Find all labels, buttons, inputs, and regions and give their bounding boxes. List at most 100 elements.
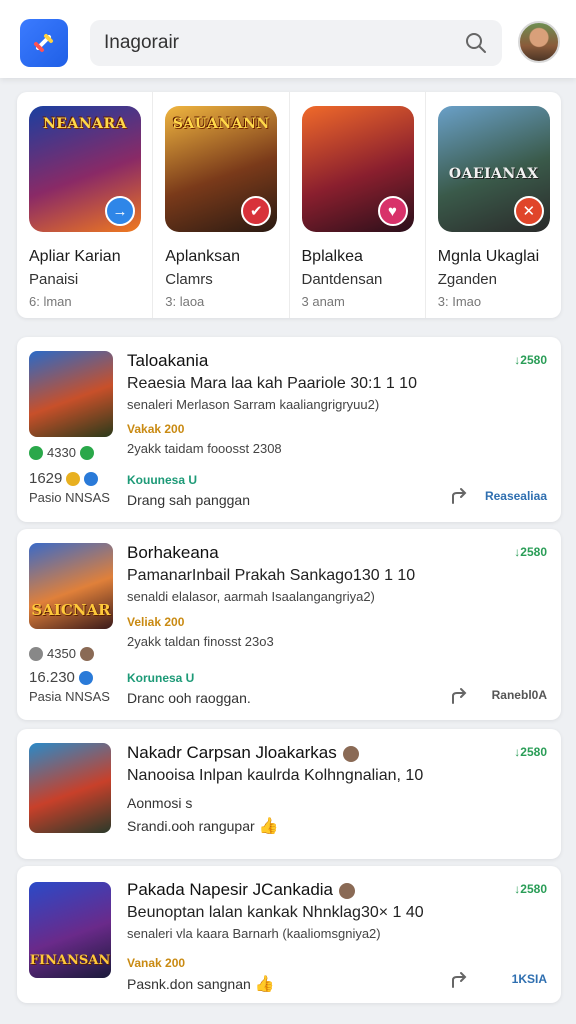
coin-icon bbox=[66, 471, 81, 486]
thumbnail-label: FINANSAN bbox=[29, 953, 111, 968]
item-description: PamanarInbail Prakah Sankago130 1 10 bbox=[127, 567, 416, 584]
item-subdescription: senaleri vla kaara Barnarh (kaaliomsgniy… bbox=[127, 926, 381, 941]
featured-meta: 3: laoa bbox=[165, 294, 205, 309]
featured-name: Bplalkea bbox=[301, 248, 363, 265]
item-thumbnail bbox=[29, 743, 111, 833]
list-item[interactable]: FINANSAN Pakada Napesir JCankadia ↓2580 … bbox=[17, 866, 561, 1003]
item-stat-count: 16.230 bbox=[29, 669, 93, 686]
featured-card[interactable]: OAEIANAX ✕ Mgnla Ukaglai Zganden 3: Imao bbox=[426, 92, 561, 318]
featured-sub: Clamrs bbox=[165, 271, 213, 288]
share-icon[interactable] bbox=[449, 969, 471, 991]
list-item[interactable]: SAICNAR Borhakeana ↓2580 PamanarInbail P… bbox=[17, 529, 561, 720]
featured-art: NEANARA → bbox=[29, 106, 141, 232]
featured-art-title: SAUANANN bbox=[172, 116, 270, 132]
share-icon[interactable] bbox=[449, 485, 471, 507]
featured-art-title: OAEIANAX bbox=[448, 166, 539, 182]
featured-sub: Zganden bbox=[437, 271, 497, 288]
share-icon[interactable] bbox=[449, 685, 471, 707]
item-stat-label: Pasia NNSAS bbox=[29, 689, 110, 704]
item-stat-label: Pasio NNSAS bbox=[29, 490, 110, 505]
featured-name: Aplanksan bbox=[165, 248, 240, 265]
item-title: Pakada Napesir JCankadia bbox=[127, 880, 356, 900]
item-description: Nanooisa Inlpan kaulrda Kolhngnalian, 10 bbox=[127, 767, 424, 784]
item-date: 2yakk taidam fooosst 2308 bbox=[127, 441, 282, 456]
list-item[interactable]: Taloakania ↓2580 Reaesia Mara laa kah Pa… bbox=[17, 337, 561, 522]
close-icon[interactable]: ✕ bbox=[513, 196, 544, 226]
search-bar[interactable] bbox=[90, 20, 502, 66]
featured-sub: Panaisi bbox=[29, 271, 79, 288]
thumbnail-label: SAICNAR bbox=[31, 601, 111, 619]
featured-meta: 6: lman bbox=[29, 294, 72, 309]
featured-art: ♥ bbox=[301, 106, 414, 232]
check-icon[interactable]: ✔ bbox=[241, 196, 272, 226]
item-link[interactable]: Kouunesa U bbox=[127, 473, 197, 487]
item-detail: Aonmosi s bbox=[127, 795, 193, 811]
stat-value: 4350 bbox=[47, 646, 76, 661]
item-subdescription: senaleri Merlason Sarram kaaliangrigryuu… bbox=[127, 397, 380, 412]
item-date: 2yakk taldan finosst 23o3 bbox=[127, 634, 274, 649]
item-action-link[interactable]: Reasealiaa bbox=[485, 489, 547, 503]
item-detail-text: Srandi.ooh rangupar bbox=[127, 818, 255, 834]
thumbs-up-icon: 👍 bbox=[258, 818, 279, 835]
badge-icon bbox=[339, 882, 356, 899]
item-action-link[interactable]: Ranebl0A bbox=[492, 688, 547, 702]
item-detail-text: Pasnk.don sangnan bbox=[127, 976, 251, 992]
item-thumbnail bbox=[29, 351, 113, 437]
item-tag: Vanak 200 bbox=[127, 956, 186, 970]
item-thumbnail: SAICNAR bbox=[29, 543, 113, 629]
featured-sub: Dantdensan bbox=[301, 271, 383, 288]
status-icon bbox=[79, 646, 94, 661]
item-tag: Veliak 200 bbox=[127, 615, 185, 629]
featured-card[interactable]: SAUANANN ✔ Aplanksan Clamrs 3: laoa bbox=[153, 92, 290, 318]
info-icon bbox=[84, 471, 99, 486]
item-detail-secondary: Srandi.ooh rangupar 👍 bbox=[127, 816, 278, 836]
thumbs-up-icon: 👍 bbox=[254, 976, 275, 993]
heart-icon[interactable]: ♥ bbox=[377, 196, 408, 226]
item-title: Taloakania bbox=[127, 351, 209, 370]
app-logo[interactable] bbox=[20, 19, 68, 67]
item-price: ↓2580 bbox=[514, 745, 547, 759]
item-stat-count: 1629 bbox=[29, 470, 99, 487]
stat-value: 1629 bbox=[29, 470, 63, 487]
item-detail: Dranc ooh raoggan. bbox=[127, 690, 251, 706]
item-description: Reaesia Mara laa kah Paariole 30:1 1 10 bbox=[127, 375, 417, 392]
featured-art-title: NEANARA bbox=[43, 116, 127, 132]
info-icon bbox=[78, 670, 93, 685]
top-bar bbox=[0, 0, 576, 78]
featured-card[interactable]: ♥ Bplalkea Dantdensan 3 anam bbox=[290, 92, 426, 318]
item-tag: Vakak 200 bbox=[127, 422, 185, 436]
item-stat-rating: 4330 bbox=[29, 445, 94, 460]
item-title: Nakadr Carpsan Jloakarkas bbox=[127, 743, 359, 763]
item-link[interactable]: Korunesa U bbox=[127, 671, 194, 685]
item-title-text: Nakadr Carpsan Jloakarkas bbox=[127, 743, 337, 762]
list-item[interactable]: Nakadr Carpsan Jloakarkas ↓2580 Nanooisa… bbox=[17, 729, 561, 859]
item-stat-rating: 4350 bbox=[29, 646, 94, 661]
item-detail: Pasnk.don sangnan 👍 bbox=[127, 974, 275, 994]
featured-meta: 3: Imao bbox=[437, 294, 482, 309]
check-icon bbox=[29, 445, 43, 460]
featured-art: OAEIANAX ✕ bbox=[437, 106, 550, 232]
featured-art: SAUANANN ✔ bbox=[165, 106, 278, 232]
item-subdescription: senaldi elalasor, aarmah Isaalangangriya… bbox=[127, 589, 375, 604]
stat-value: Pasio NNSAS bbox=[29, 490, 110, 505]
item-title-text: Pakada Napesir JCankadia bbox=[127, 880, 334, 899]
featured-name: Apliar Karian bbox=[29, 248, 121, 265]
arrow-icon[interactable]: → bbox=[105, 196, 135, 226]
item-title: Borhakeana bbox=[127, 543, 219, 562]
item-description: Beunoptan lalan kankak Nhnklag30× 1 40 bbox=[127, 904, 424, 921]
item-price: ↓2580 bbox=[514, 353, 547, 367]
item-detail: Drang sah panggan bbox=[127, 492, 250, 508]
clock-icon bbox=[29, 646, 43, 661]
badge-icon bbox=[342, 745, 359, 762]
status-icon bbox=[79, 445, 94, 460]
search-icon[interactable] bbox=[464, 31, 488, 55]
search-input[interactable] bbox=[104, 32, 464, 54]
stat-value: Pasia NNSAS bbox=[29, 689, 110, 704]
featured-carousel: NEANARA → Apliar Karian Panaisi 6: lman … bbox=[17, 92, 561, 318]
link-icon bbox=[34, 34, 53, 52]
item-action-link[interactable]: 1KSIA bbox=[512, 972, 547, 986]
featured-meta: 3 anam bbox=[301, 294, 345, 309]
featured-card[interactable]: NEANARA → Apliar Karian Panaisi 6: lman bbox=[17, 92, 154, 318]
item-price: ↓2580 bbox=[514, 882, 547, 896]
avatar[interactable] bbox=[518, 21, 560, 63]
